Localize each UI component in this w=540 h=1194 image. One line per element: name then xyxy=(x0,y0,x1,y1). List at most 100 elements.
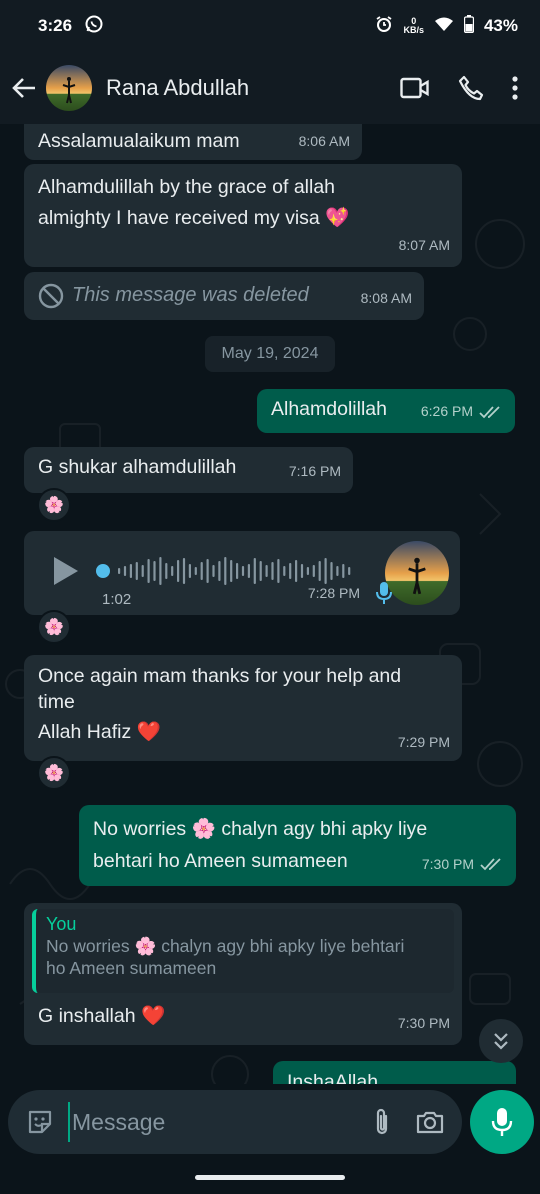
whatsapp-notification-icon xyxy=(84,14,104,39)
message-time: 8:07 AM xyxy=(398,237,450,253)
waveform-bar xyxy=(283,566,286,576)
message-time: 8:08 AM xyxy=(360,290,412,306)
sparkling-heart-emoji: 💖 xyxy=(325,207,350,229)
deleted-message-bubble[interactable]: This message was deleted 8:08 AM xyxy=(24,272,424,320)
waveform-bar xyxy=(177,560,180,582)
message-text: G inshallah xyxy=(38,1005,136,1027)
waveform-bar xyxy=(141,565,144,577)
message-time: 7:30 PM xyxy=(421,856,474,872)
chat-header: Rana Abdullah xyxy=(0,52,540,124)
message-bubble-incoming[interactable]: Assalamualaikum mam 8:06 AM xyxy=(24,124,362,160)
waveform-bar xyxy=(271,562,274,580)
message-bubble-incoming[interactable]: Alhamdulillah by the grace of allah almi… xyxy=(24,164,462,267)
arrow-left-icon xyxy=(12,78,35,98)
play-button[interactable] xyxy=(52,555,80,597)
waveform-bar xyxy=(194,567,197,575)
message-input[interactable] xyxy=(68,1102,372,1142)
message-bubble-incoming[interactable]: Once again mam thanks for your help and … xyxy=(24,655,462,761)
waveform-bar xyxy=(306,567,309,575)
message-time: 6:26 PM xyxy=(420,403,473,419)
message-line: Alhamdulillah by the grace of allah xyxy=(38,176,336,198)
waveform-bar xyxy=(289,563,292,579)
contact-avatar[interactable] xyxy=(46,65,92,111)
waveform-bar xyxy=(159,557,162,585)
voice-message-bubble[interactable]: 1:02 7:28 PM xyxy=(24,531,460,615)
reaction-badge[interactable]: 🌸 xyxy=(37,488,71,522)
reaction-badge[interactable]: 🌸 xyxy=(37,610,71,644)
camera-icon xyxy=(416,1111,444,1134)
waveform-bar xyxy=(118,568,121,574)
message-list[interactable]: Assalamualaikum mam 8:06 AM Alhamdulilla… xyxy=(0,124,540,1084)
back-button[interactable] xyxy=(2,76,46,100)
red-heart-emoji: ❤️ xyxy=(136,721,161,743)
waveform-bar xyxy=(182,558,186,584)
message-line: almighty I have received my visa xyxy=(38,207,320,229)
waveform-bar xyxy=(247,564,250,578)
waveform-bar xyxy=(218,561,221,581)
reaction-badge[interactable]: 🌸 xyxy=(37,756,71,790)
network-speed: 0 KB/s xyxy=(403,16,424,35)
waveform-bar xyxy=(348,567,351,575)
contact-name[interactable]: Rana Abdullah xyxy=(106,75,400,101)
scroll-to-bottom-button[interactable] xyxy=(479,1019,523,1063)
voice-record-button[interactable] xyxy=(470,1090,534,1154)
sticker-button[interactable] xyxy=(26,1108,54,1136)
waveform-bar xyxy=(188,564,191,578)
message-bubble-incoming[interactable]: G shukar alhamdulillah 7:16 PM xyxy=(24,447,353,493)
wifi-icon xyxy=(434,16,454,37)
waveform-bar xyxy=(153,561,156,581)
blocked-icon xyxy=(38,283,64,308)
message-text: InshaAllah xyxy=(287,1071,379,1084)
waveform-bar xyxy=(265,565,268,577)
gesture-navigation-bar[interactable] xyxy=(195,1175,345,1180)
cherry-blossom-emoji: 🌸 xyxy=(134,936,157,956)
red-heart-emoji: ❤️ xyxy=(140,1005,166,1027)
waveform-bar xyxy=(236,563,239,579)
waveform-bar xyxy=(123,566,127,576)
message-time: 7:16 PM xyxy=(288,463,341,479)
waveform-bar xyxy=(241,566,245,576)
waveform-bar xyxy=(336,566,339,576)
message-bubble-outgoing[interactable]: InshaAllah xyxy=(273,1061,516,1084)
composer-bar xyxy=(0,1084,540,1194)
camera-button[interactable] xyxy=(416,1110,444,1134)
clock: 3:26 xyxy=(38,16,73,35)
message-time: 7:29 PM xyxy=(397,734,450,750)
waveform-bar xyxy=(259,561,262,581)
voice-duration: 1:02 xyxy=(102,591,132,608)
double-check-icon xyxy=(479,405,500,418)
alarm-icon xyxy=(375,15,393,38)
battery-percent: 43% xyxy=(483,16,518,35)
more-options-button[interactable] xyxy=(512,76,518,100)
waveform-bar xyxy=(135,562,138,580)
double-check-icon xyxy=(480,858,501,871)
quote-author: You xyxy=(46,914,77,934)
voice-call-button[interactable] xyxy=(458,75,484,101)
waveform-bar xyxy=(200,562,203,580)
waveform-bar xyxy=(224,557,227,585)
message-bubble-outgoing[interactable]: Alhamdolillah 6:26 PM xyxy=(257,389,515,433)
message-bubble-outgoing[interactable]: No worries 🌸 chalyn agy bhi apky liye be… xyxy=(79,805,516,886)
message-time: 7:30 PM xyxy=(397,1015,450,1031)
waveform-bar xyxy=(212,565,215,577)
mic-badge-icon xyxy=(376,581,392,615)
message-bubble-incoming[interactable]: You No worries 🌸 chalyn agy bhi apky liy… xyxy=(24,903,462,1045)
kebab-menu-icon xyxy=(512,76,518,100)
message-line: Allah Hafiz xyxy=(38,721,132,743)
waveform-bar xyxy=(295,560,298,582)
deleted-message-text: This message was deleted xyxy=(72,284,309,306)
status-bar: 3:26 0 KB/s 43% xyxy=(0,0,540,52)
attach-button[interactable] xyxy=(372,1107,392,1137)
message-line: Once again mam thanks for your help and xyxy=(38,665,402,687)
waveform-bar xyxy=(300,564,304,578)
microphone-icon xyxy=(491,1108,513,1136)
play-icon xyxy=(54,557,78,585)
video-call-button[interactable] xyxy=(400,77,430,99)
cherry-blossom-emoji: 🌸 xyxy=(191,818,216,840)
waveform-bar xyxy=(277,559,280,583)
waveform-bar xyxy=(206,559,209,583)
playback-scrubber[interactable] xyxy=(96,564,110,578)
waveform-bar xyxy=(165,563,168,579)
quoted-message[interactable]: You No worries 🌸 chalyn agy bhi apky liy… xyxy=(32,909,454,993)
battery-icon xyxy=(463,14,475,38)
